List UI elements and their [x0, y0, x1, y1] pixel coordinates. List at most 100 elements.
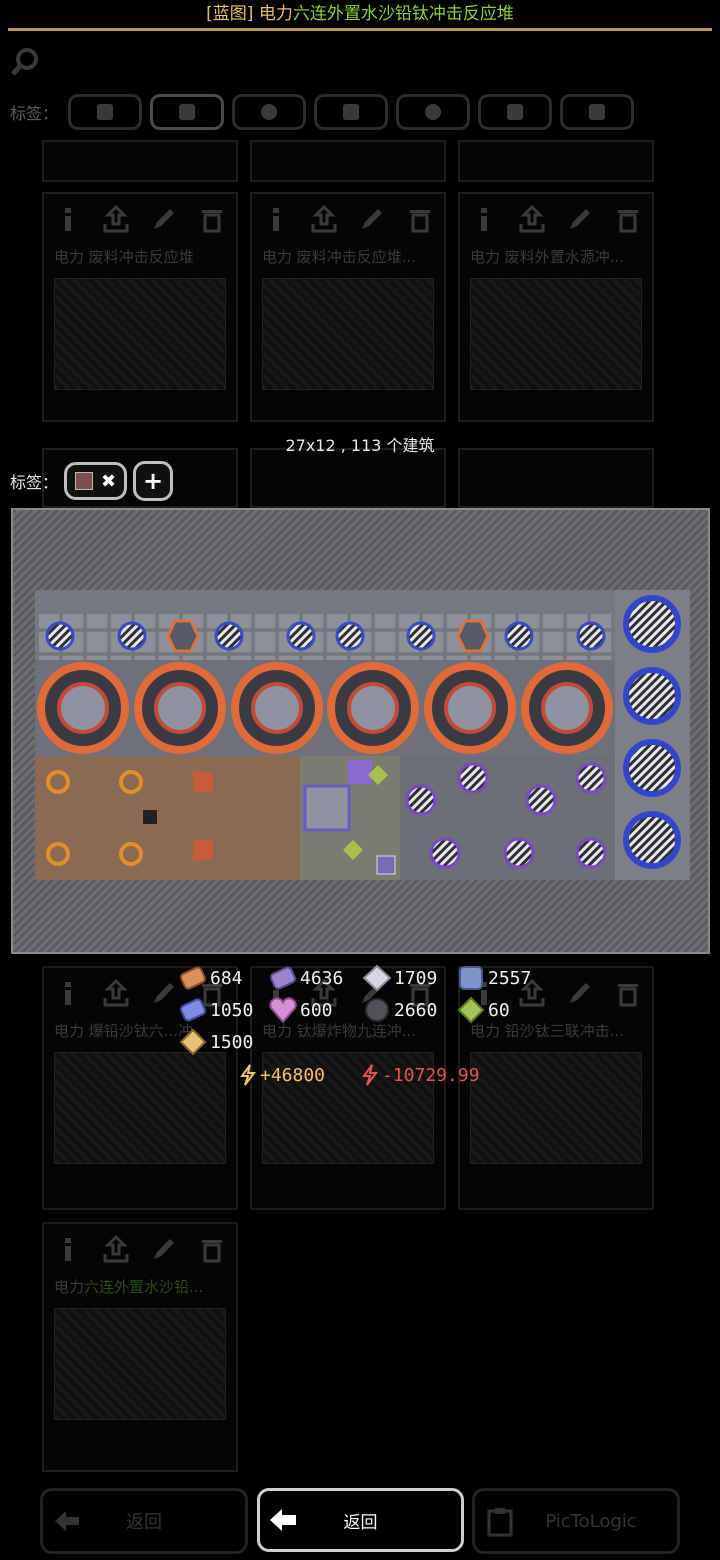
info-icon: [65, 982, 71, 1005]
lightning-icon: [362, 1064, 378, 1086]
clipboard-icon: [487, 1508, 513, 1537]
bp-card: [458, 140, 654, 182]
cost-item: 1709: [362, 964, 437, 992]
bg-back-button: 返回: [40, 1488, 248, 1554]
bp-card: 电力 废料冲击反应堆...: [250, 192, 446, 422]
share-icon: [311, 204, 337, 233]
reactor-tag-icon: [75, 472, 94, 490]
phase-fabric-icon: [269, 997, 297, 1024]
bg-tags-label: 标签：: [10, 104, 59, 123]
cost-item: 1050: [178, 996, 253, 1024]
card-toolbar: [460, 194, 652, 244]
info-icon: [65, 1238, 71, 1261]
factory-area: [35, 756, 615, 880]
cost-item: 60: [456, 996, 510, 1024]
share-icon: [103, 978, 129, 1007]
blueprint-schematic: [35, 590, 690, 880]
cost-value: 4636: [300, 967, 344, 989]
power-generated: +46800: [240, 1062, 325, 1088]
cost-item: 684: [178, 964, 243, 992]
card-thumbnail: [54, 278, 226, 390]
card-thumbnail: [54, 1308, 226, 1420]
edit-icon: [154, 983, 174, 1003]
info-icon: [65, 208, 71, 231]
power-generated-value: +46800: [260, 1064, 326, 1086]
bp-card: [458, 448, 654, 508]
metaglass-icon: [362, 964, 392, 992]
bp-card: 电力六连外置水沙铅...: [42, 1222, 238, 1472]
share-icon: [519, 204, 545, 233]
power-consumed: -10729.99: [362, 1062, 480, 1088]
cost-value: 2557: [488, 967, 532, 989]
cost-value: 60: [488, 999, 510, 1021]
tag-row: 标签： ✖ +: [10, 460, 174, 502]
edit-icon: [362, 209, 382, 229]
copper-icon: [179, 966, 207, 990]
bg-tag-filter-button: [232, 94, 306, 130]
trash-icon: [410, 210, 430, 233]
bg-tag-filter-row: 标签：: [10, 92, 634, 132]
cost-value: 684: [210, 967, 243, 989]
cost-item: 2557: [456, 964, 531, 992]
trash-icon: [618, 210, 638, 233]
tag-icon: [343, 104, 359, 120]
tags-label: 标签：: [10, 473, 59, 492]
cost-item: 4636: [268, 964, 343, 992]
title-underline: [8, 28, 712, 31]
right-generators: [615, 590, 690, 880]
card-name: 电力 废料冲击反应堆: [54, 248, 194, 266]
arrow-left-icon: [270, 1509, 296, 1531]
blueprint-preview: [11, 508, 710, 954]
bp-card: [42, 140, 238, 182]
lightning-icon: [240, 1064, 256, 1086]
power-consumed-value: -10729.99: [382, 1064, 480, 1086]
back-button[interactable]: 返回: [257, 1488, 464, 1552]
trash-icon: [202, 210, 222, 233]
tag-chip[interactable]: ✖: [64, 462, 128, 500]
trash-icon: [618, 984, 638, 1007]
silicon-icon: [365, 998, 389, 1022]
tag-icon: [261, 104, 277, 120]
title-bracket: [蓝图]: [206, 4, 254, 24]
add-tag-button[interactable]: +: [133, 461, 174, 501]
cost-value: 600: [300, 999, 333, 1021]
bp-card: 电力 废料冲击反应堆: [42, 192, 238, 422]
card-thumbnail: [262, 278, 434, 390]
cost-value: 1500: [210, 1031, 254, 1053]
share-icon: [103, 1234, 129, 1263]
bg-tag-filter-button: [560, 94, 634, 130]
cost-value: 1050: [210, 999, 254, 1021]
info-icon: [481, 208, 487, 231]
title-prefix: 电力: [258, 4, 293, 24]
dialog-title: [蓝图] 电力六连外置水沙铅钛冲击反应堆: [0, 0, 720, 28]
card-toolbar: [44, 194, 236, 244]
edit-icon: [570, 983, 590, 1003]
impact-reactors: [35, 660, 615, 756]
arrow-left-icon: [55, 1511, 79, 1531]
card-name: 电力 废料冲击反应堆...: [262, 248, 417, 266]
edit-icon: [154, 209, 174, 229]
card-name: 电力六连外置水沙铅...: [54, 1278, 204, 1296]
surge-alloy-icon: [457, 996, 485, 1024]
blueprint-size-text: 27x12 , 113 个建筑: [285, 436, 435, 455]
edit-icon: [570, 209, 590, 229]
cost-value: 1709: [394, 967, 438, 989]
tag-icon: [507, 104, 523, 120]
search-icon: [11, 48, 38, 76]
bg-tag-filter-button: [150, 94, 224, 130]
card-thumbnail: [470, 278, 642, 390]
titanium-icon: [459, 966, 483, 990]
tag-icon: [179, 104, 195, 120]
tag-icon: [425, 104, 441, 120]
card-toolbar: [252, 194, 444, 244]
cost-item: 1500: [178, 1028, 253, 1056]
title-main: 六连外置水沙铅钛冲击反应堆: [292, 4, 514, 24]
card-thumbnail: [54, 1052, 226, 1164]
bp-card: [250, 448, 446, 508]
plastanium-icon: [179, 998, 207, 1022]
card-name: 电力 废料外置水源冲...: [470, 248, 625, 266]
tag-icon: [589, 104, 605, 120]
cost-item: 600: [268, 996, 333, 1024]
remove-tag-icon[interactable]: ✖: [101, 471, 116, 492]
bg-tag-filter-button: [68, 94, 142, 130]
